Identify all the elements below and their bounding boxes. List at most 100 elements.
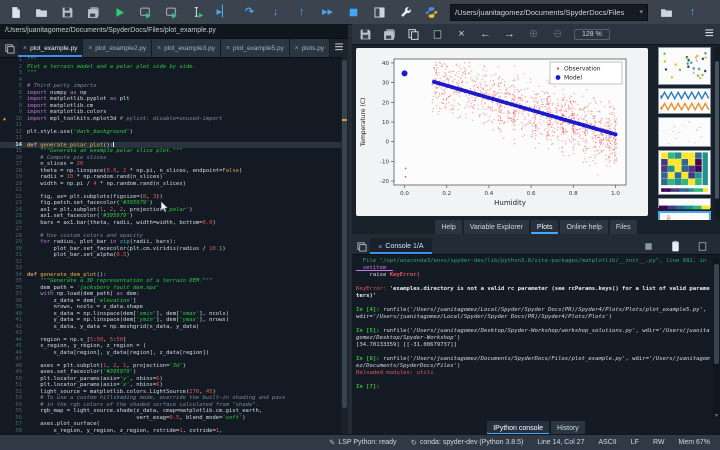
close-icon[interactable]: × xyxy=(226,45,230,52)
thumbnail-colorbar-plot[interactable] xyxy=(658,198,711,210)
step-into-button[interactable]: ↓ xyxy=(268,5,283,20)
close-icon[interactable]: × xyxy=(23,45,27,52)
thumbnails-scrollbar[interactable] xyxy=(714,47,720,220)
encoding-status[interactable]: ASCII xyxy=(598,439,616,446)
new-file-icon xyxy=(12,6,20,18)
tab-plots[interactable]: Plots xyxy=(530,220,559,234)
tab-console-1a[interactable]: × Console 1/A xyxy=(370,238,432,254)
conda-env-status[interactable]: ↻ conda: spyder-dev (Python 3.8.5) xyxy=(411,438,524,447)
console-line-5: KeyError: 'examples.directory is not a v… xyxy=(356,286,710,299)
eol-status[interactable]: LF xyxy=(631,439,639,446)
tab-label: plot_example2.py xyxy=(95,44,147,52)
run-file-button[interactable] xyxy=(112,5,127,20)
tab-history[interactable]: History xyxy=(551,421,585,435)
scroll-down-icon[interactable]: ▾ xyxy=(713,412,720,419)
zoom-in-button[interactable]: ⊕ xyxy=(526,27,541,42)
run-cell-icon xyxy=(140,7,151,19)
editor-tab-plot_example3.py[interactable]: × plot_example3.py xyxy=(152,39,221,57)
preferences-button[interactable] xyxy=(398,5,413,20)
editor-scrollbar[interactable] xyxy=(341,57,348,435)
remove-plot-button[interactable] xyxy=(430,27,445,42)
memory-status[interactable]: Mem 67% xyxy=(678,439,710,446)
tab-options-icon[interactable]: ≡ xyxy=(330,39,348,57)
close-all-plots-button[interactable]: × xyxy=(454,27,469,42)
browse-workdir-button[interactable] xyxy=(659,5,674,20)
svg-text:10: 10 xyxy=(382,120,389,126)
thumbnail-regression-plot[interactable] xyxy=(658,211,711,220)
next-plot-button[interactable]: → xyxy=(502,27,517,42)
parent-directory-button[interactable]: ↑ xyxy=(685,5,700,20)
run-cell-button[interactable] xyxy=(138,5,153,20)
thumbnail-sparse-plot[interactable] xyxy=(658,117,711,147)
chevron-down-icon: ▾ xyxy=(639,9,643,16)
tab-help[interactable]: Help xyxy=(435,220,462,234)
continue-execution-button[interactable]: ▸▸ xyxy=(320,5,335,20)
status-label: Mem 67% xyxy=(678,439,710,446)
run-selection-button[interactable] xyxy=(190,5,205,20)
working-directory-value: /Users/juanitagomez/Documents/SpyderDocs… xyxy=(455,7,625,17)
close-icon[interactable]: × xyxy=(378,242,382,251)
svg-text:0.6: 0.6 xyxy=(527,191,536,197)
console-line-15: In [7]: xyxy=(356,384,380,390)
stop-debug-button[interactable] xyxy=(346,5,361,20)
close-icon[interactable]: × xyxy=(157,45,161,52)
step-return-button[interactable]: ↑ xyxy=(294,5,309,20)
editor-tab-plot_example2.py[interactable]: × plot_example2.py xyxy=(83,39,152,57)
editor-tab-plot_example.py[interactable]: × plot_example.py xyxy=(18,39,84,57)
console-options-button[interactable] xyxy=(695,239,710,254)
console-line-12: In [6]: runfile('/Users/juanitagomez/Doc… xyxy=(356,356,710,369)
plots-options-icon[interactable]: ≡ xyxy=(705,25,714,43)
previous-plot-button[interactable]: ← xyxy=(478,27,493,42)
svg-text:20: 20 xyxy=(382,100,389,106)
tab-ipython-console[interactable]: IPython console xyxy=(487,421,550,435)
rerun-cell-button[interactable]: ↷ xyxy=(242,5,257,20)
thumbnail-waves-plot[interactable] xyxy=(658,88,711,114)
save-file-button[interactable] xyxy=(60,5,75,20)
thumbnail-cluster-scatter[interactable] xyxy=(658,47,711,85)
new-file-button[interactable] xyxy=(8,5,23,20)
save-all-button[interactable] xyxy=(86,5,101,20)
save-plot-button[interactable] xyxy=(358,27,373,42)
lsp-status[interactable]: ✎ LSP Python: ready xyxy=(329,438,397,447)
thumbnail-heatmap-plot[interactable] xyxy=(658,150,711,195)
debug-file-button[interactable]: ▸▏ xyxy=(216,5,231,20)
python-env-button[interactable] xyxy=(424,5,439,20)
tab-variable-explorer[interactable]: Variable Explorer xyxy=(463,220,529,234)
console-output: File "/opt/anaconda3/envs/spyder-dev/lib… xyxy=(356,258,712,419)
console-line-6 xyxy=(356,300,712,307)
cursor-position[interactable]: Line 14, Col 27 xyxy=(537,439,584,446)
svg-text:0: 0 xyxy=(386,140,390,146)
inspect-object-icon xyxy=(672,240,679,251)
svg-text:Temperature (C): Temperature (C) xyxy=(360,98,367,148)
code-editor[interactable]: 1 """ 2 Plot a terrain model and a polar pl… xyxy=(0,57,348,435)
copy-plot-button[interactable] xyxy=(406,27,421,42)
step-return-icon: ↑ xyxy=(298,5,305,18)
close-icon[interactable]: × xyxy=(88,45,92,52)
zoom-in-icon: ⊕ xyxy=(528,27,539,40)
browse-tabs-icon[interactable] xyxy=(0,39,18,57)
open-file-button[interactable] xyxy=(34,5,49,20)
browse-tabs-icon[interactable] xyxy=(352,241,370,252)
readwrite-status[interactable]: RW xyxy=(653,439,665,446)
close-icon[interactable]: × xyxy=(295,45,299,52)
tab-files[interactable]: Files xyxy=(609,220,637,234)
zoom-out-button[interactable]: ⊖ xyxy=(550,27,565,42)
tab-label: plots.py xyxy=(301,44,325,52)
breadcrumb: /Users/juanitagomez/Documents/SpyderDocs… xyxy=(0,24,348,39)
tab-online-help[interactable]: Online help xyxy=(560,220,608,234)
console-header-icons xyxy=(641,239,720,254)
editor-tab-plots.py[interactable]: × plots.py xyxy=(289,39,330,57)
run-cell-advance-button[interactable] xyxy=(164,5,179,20)
inspect-object-button[interactable] xyxy=(668,239,683,254)
maximize-pane-button[interactable] xyxy=(372,5,387,20)
console-scrollbar[interactable]: ▾ xyxy=(713,258,720,419)
save-all-plots-icon xyxy=(384,28,395,40)
save-all-plots-button[interactable] xyxy=(382,27,397,42)
interrupt-kernel-button[interactable] xyxy=(641,239,656,254)
console-line-3: raise KeyError( xyxy=(356,272,421,278)
zoom-level-box[interactable]: 128 % xyxy=(574,28,610,40)
editor-tab-plot_example5.py[interactable]: × plot_example5.py xyxy=(220,39,290,57)
python-env-icon xyxy=(425,6,438,18)
working-directory-combo[interactable]: /Users/juanitagomez/Documents/SpyderDocs… xyxy=(450,3,648,21)
mouse-cursor xyxy=(160,200,169,215)
